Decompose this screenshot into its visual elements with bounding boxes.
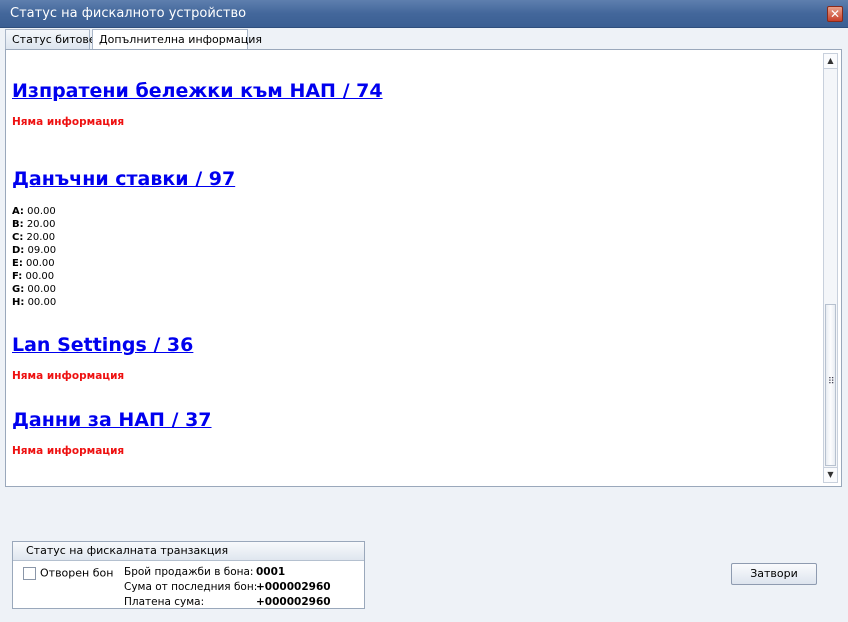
window-title: Статус на фискалното устройство <box>10 6 247 21</box>
tab-additional-info[interactable]: Допълнителна информация <box>92 29 262 50</box>
grip-icon: ⠿ <box>828 377 835 387</box>
open-receipt-checkbox[interactable]: Отворен бон <box>23 566 113 580</box>
tax-rate-row: F: 00.00 <box>12 271 55 282</box>
scroll-up-icon[interactable]: ▲ <box>824 54 837 69</box>
tax-rate-row: D: 09.00 <box>12 245 57 256</box>
tax-rate-row: E: 00.00 <box>12 258 55 269</box>
vertical-scrollbar[interactable]: ▲ ⠿ ▼ <box>823 53 838 483</box>
no-info-receipts: Няма информация <box>12 116 125 128</box>
tax-rate-row: G: 00.00 <box>12 284 57 295</box>
section-title-receipts[interactable]: Изпратени бележки към НАП / 74 <box>12 80 383 102</box>
tax-rate-row: B: 20.00 <box>12 219 56 230</box>
checkbox-icon[interactable] <box>23 566 36 580</box>
tax-rate-row: C: 20.00 <box>12 232 56 243</box>
tab-status-bits[interactable]: Статус битове <box>5 29 96 49</box>
tax-rate-row: H: 00.00 <box>12 297 57 308</box>
open-receipt-label: Отворен бон <box>40 566 114 580</box>
transaction-status-group: Статус на фискалната транзакция Отворен … <box>12 541 365 609</box>
kv-row: Платена сума: +000002960 <box>124 596 331 608</box>
scroll-down-icon[interactable]: ▼ <box>824 467 837 482</box>
kv-row: Брой продажби в бона: 0001 <box>124 566 286 578</box>
scroll-thumb[interactable]: ⠿ <box>825 304 836 466</box>
info-content: Изпратени бележки към НАП / 74 Няма инфо… <box>11 50 819 486</box>
no-info-lan: Няма информация <box>12 370 125 382</box>
section-title-lan-settings[interactable]: Lan Settings / 36 <box>12 334 193 356</box>
close-icon[interactable]: ✕ <box>827 6 843 22</box>
tax-rate-row: A: 00.00 <box>12 206 56 217</box>
transaction-status-header: Статус на фискалната транзакция <box>13 542 364 561</box>
kv-row: Сума от последния бон:+000002960 <box>124 581 331 593</box>
no-info-nap: Няма информация <box>12 445 125 457</box>
section-title-tax-rates[interactable]: Данъчни ставки / 97 <box>12 168 235 190</box>
tax-rates-list: A: 00.00 B: 20.00 C: 20.00 D: 09.00 E: 0… <box>12 205 56 309</box>
info-panel: Изпратени бележки към НАП / 74 Няма инфо… <box>5 49 842 487</box>
title-bar: Статус на фискалното устройство ✕ <box>0 0 848 28</box>
transaction-values: Брой продажби в бона: 0001 Сума от послед… <box>124 566 331 611</box>
section-title-nap-data[interactable]: Данни за НАП / 37 <box>12 409 212 431</box>
close-button[interactable]: Затвори <box>731 563 817 585</box>
